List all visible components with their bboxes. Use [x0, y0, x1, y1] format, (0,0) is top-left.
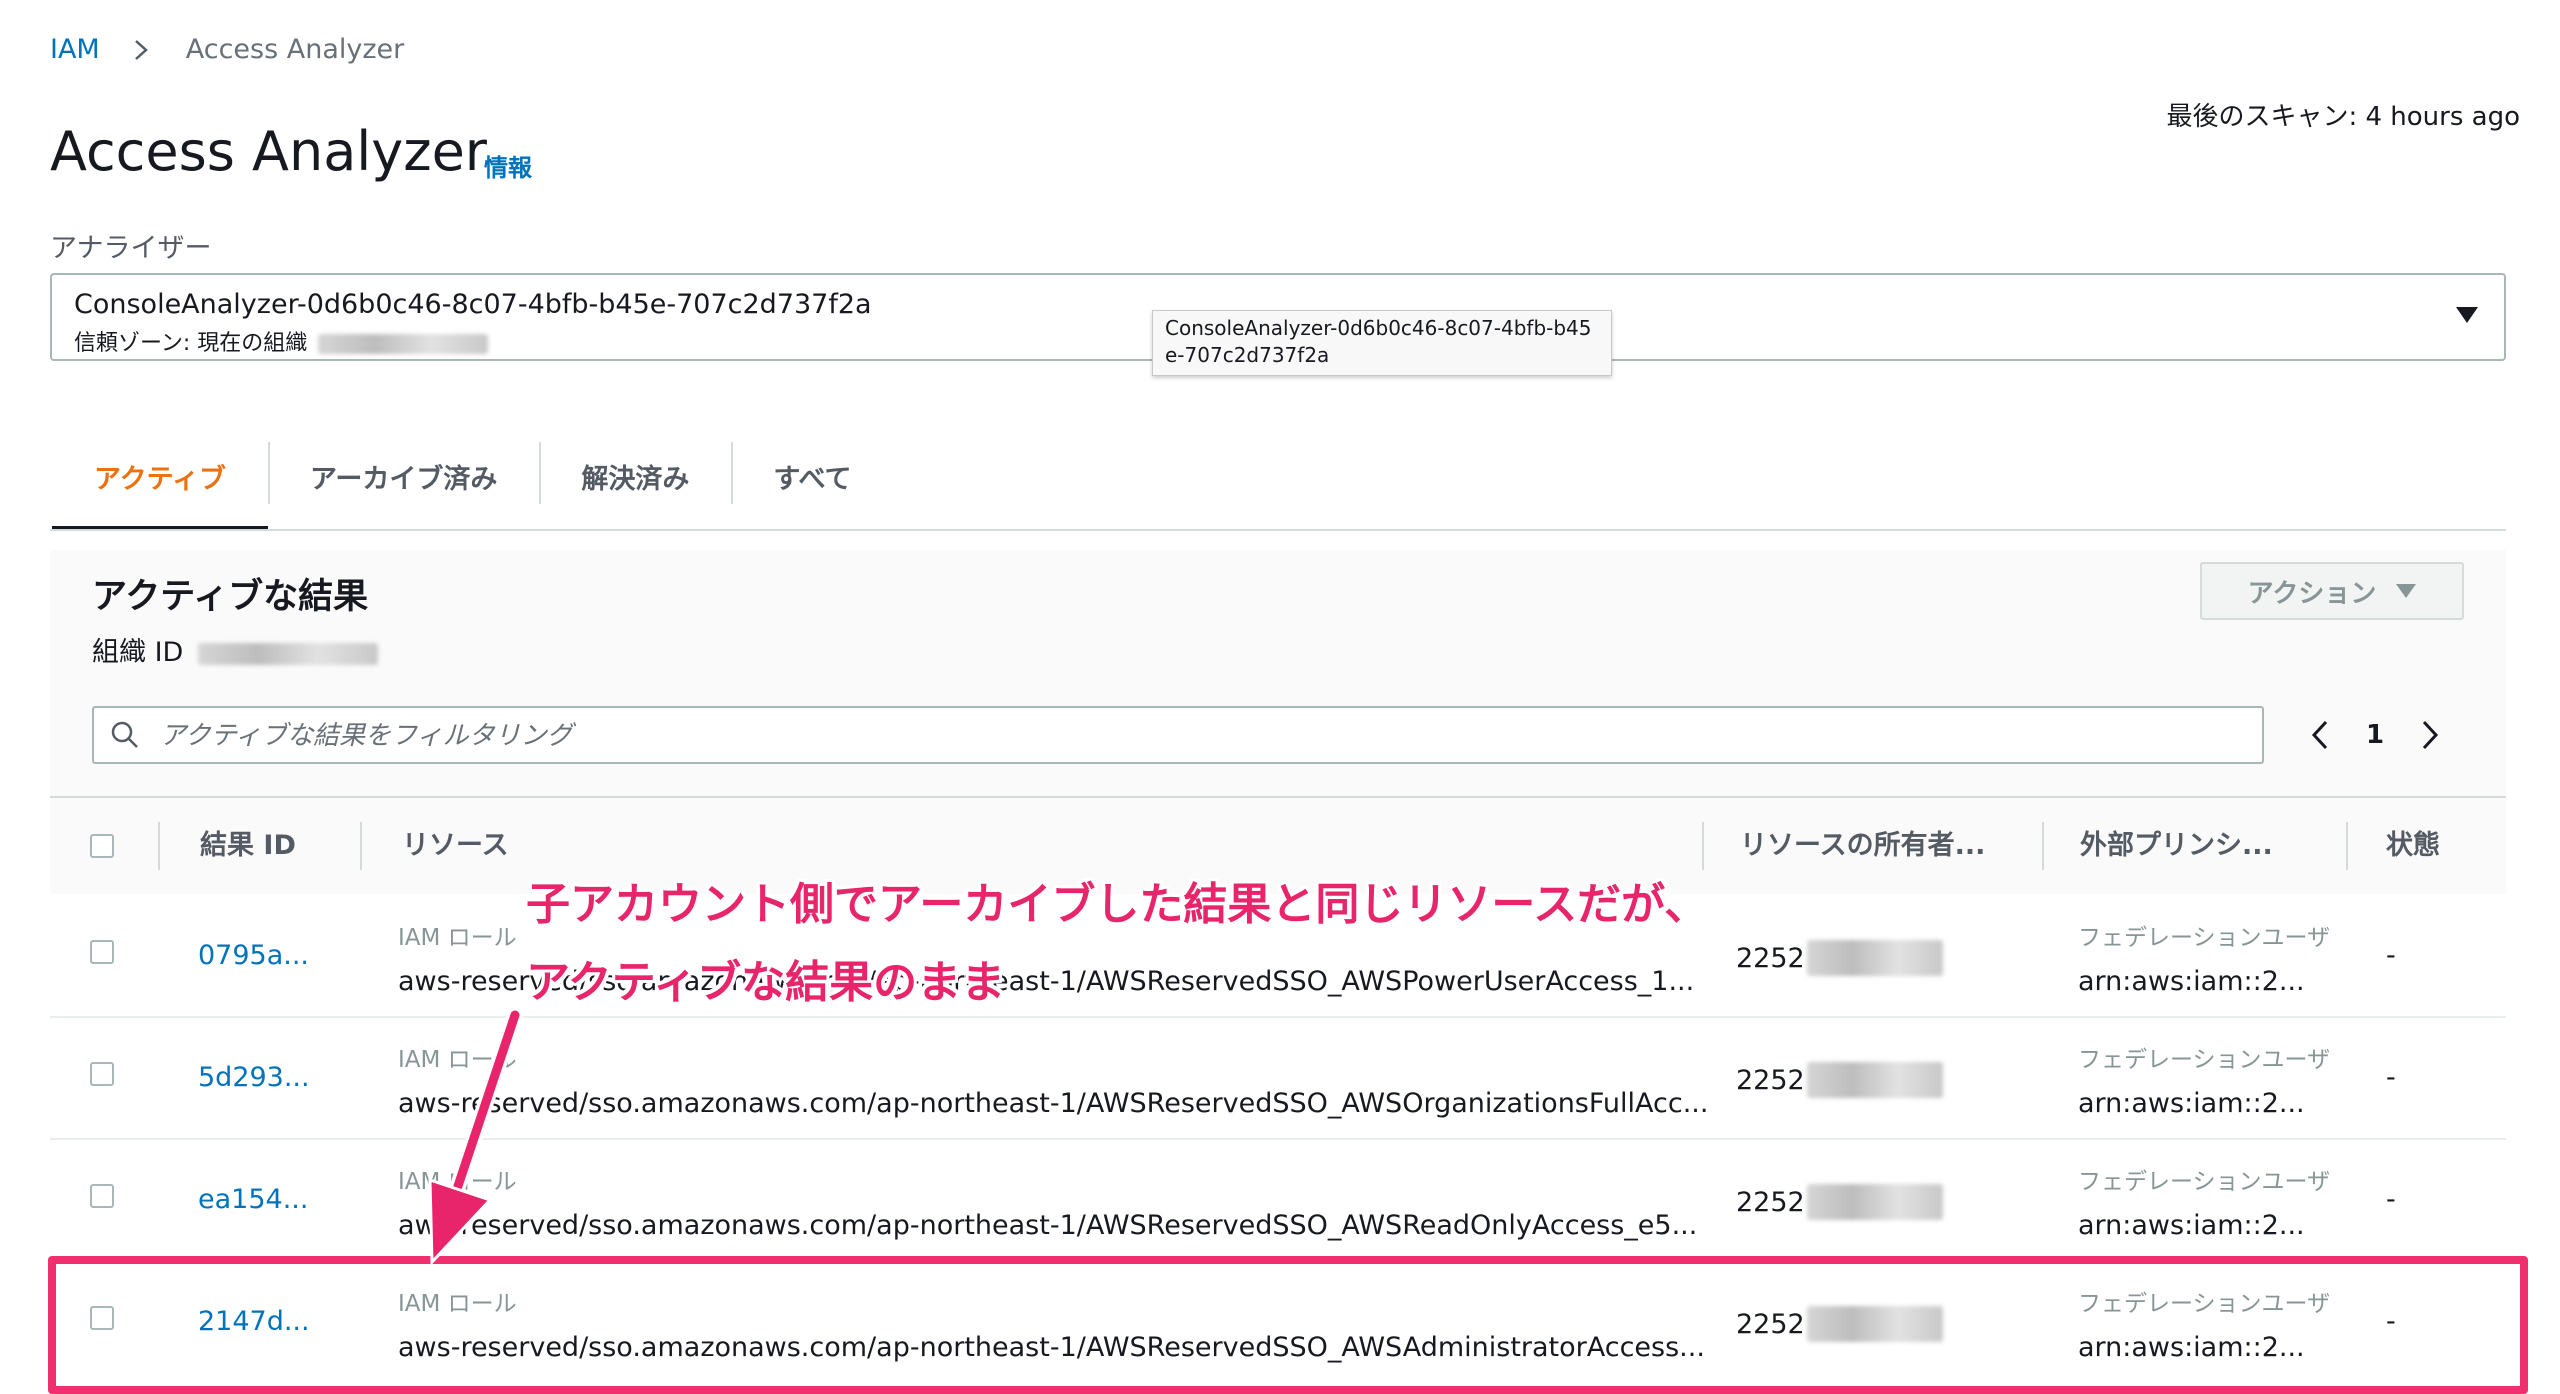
resource-name: aws-reserved/sso.amazonaws.com/ap-northe…	[398, 1088, 1709, 1119]
annotation-line-1: 子アカウント側でアーカイブした結果と同じリソースだが、	[526, 879, 1709, 930]
column-header-principal[interactable]: 外部プリンシ...	[2080, 798, 2273, 894]
column-header-resource[interactable]: リソース	[402, 798, 509, 894]
column-divider	[158, 822, 160, 870]
analyzer-label: アナライザー	[50, 233, 212, 264]
column-header-id[interactable]: 結果 ID	[200, 798, 296, 894]
redacted-org-id	[197, 642, 378, 665]
row-checkbox[interactable]	[90, 940, 114, 964]
column-divider	[360, 822, 362, 870]
owner-account: 2252	[1736, 1064, 1805, 1096]
row-checkbox[interactable]	[90, 1184, 114, 1208]
resource-owner: 2252	[1736, 1184, 1943, 1220]
actions-button[interactable]: アクション	[2200, 562, 2464, 620]
actions-label: アクション	[2247, 578, 2377, 609]
finding-tabs: アクティブ アーカイブ済み 解決済み すべて	[52, 430, 893, 530]
resource-owner: 2252	[1736, 940, 1943, 976]
next-page-icon[interactable]	[2420, 719, 2440, 751]
annotation-arrow-icon	[428, 1010, 523, 1266]
tab-resolved[interactable]: 解決済み	[539, 430, 731, 530]
chevron-right-icon	[134, 39, 148, 60]
redacted-org-name	[318, 334, 489, 354]
trust-zone-label: 信頼ゾーン: 現在の組織	[74, 331, 308, 356]
principal-type: フェデレーションユーザ	[2078, 1169, 2331, 1195]
redacted-account	[1806, 1184, 1943, 1220]
breadcrumb-iam-link[interactable]: IAM	[50, 34, 100, 65]
tab-all[interactable]: すべて	[731, 430, 893, 530]
resource-name: aws-reserved/sso.amazonaws.com/ap-northe…	[398, 1210, 1698, 1241]
filter-box[interactable]	[92, 706, 2264, 764]
page-title: Access Analyzer	[50, 120, 488, 183]
prev-page-icon[interactable]	[2310, 719, 2330, 751]
dropdown-caret-icon	[2396, 584, 2417, 598]
column-divider	[2346, 822, 2348, 870]
panel-title: アクティブな結果	[92, 577, 369, 617]
principal-type: フェデレーションユーザ	[2078, 925, 2331, 951]
page-number[interactable]: 1	[2366, 720, 2384, 750]
finding-status: -	[2386, 1184, 2396, 1215]
owner-account: 2252	[1736, 1186, 1805, 1218]
column-divider	[1702, 822, 1704, 870]
column-header-status[interactable]: 状態	[2386, 798, 2440, 894]
breadcrumb: IAM Access Analyzer	[50, 34, 404, 65]
principal-type: フェデレーションユーザ	[2078, 1047, 2331, 1073]
select-all-checkbox[interactable]	[90, 834, 114, 858]
tab-archived[interactable]: アーカイブ済み	[268, 430, 539, 530]
finding-id-link[interactable]: 5d293...	[198, 1062, 310, 1093]
owner-account: 2252	[1736, 942, 1805, 974]
filter-input[interactable]	[158, 716, 2062, 756]
search-icon	[111, 721, 138, 748]
annotation-line-2: アクティブな結果のまま	[526, 957, 1006, 1008]
org-id: 組織 ID	[92, 630, 378, 669]
highlight-box	[48, 1256, 2528, 1394]
column-divider	[2042, 822, 2044, 870]
principal-arn: arn:aws:iam::2...	[2078, 966, 2305, 997]
resource-type: IAM ロール	[398, 925, 517, 951]
redacted-account	[1806, 940, 1943, 976]
redacted-account	[1806, 1062, 1943, 1098]
resource-owner: 2252	[1736, 1062, 1943, 1098]
org-id-label: 組織 ID	[92, 637, 184, 668]
analyzer-tooltip: ConsoleAnalyzer-0d6b0c46-8c07-4bfb-b45e-…	[1152, 310, 1612, 376]
dropdown-caret-icon	[2456, 307, 2478, 323]
principal-arn: arn:aws:iam::2...	[2078, 1210, 2305, 1241]
column-header-owner[interactable]: リソースの所有者...	[1740, 798, 1985, 894]
last-scan-text: 最後のスキャン: 4 hours ago	[2166, 102, 2520, 132]
finding-status: -	[2386, 1062, 2396, 1093]
finding-id-link[interactable]: 0795a...	[198, 940, 309, 971]
principal-arn: arn:aws:iam::2...	[2078, 1088, 2305, 1119]
analyzer-selected-value: ConsoleAnalyzer-0d6b0c46-8c07-4bfb-b45e-…	[74, 289, 872, 320]
trust-zone-text: 信頼ゾーン: 現在の組織	[74, 325, 489, 357]
finding-id-link[interactable]: ea154...	[198, 1184, 308, 1215]
info-link[interactable]: 情報	[484, 148, 532, 183]
breadcrumb-current: Access Analyzer	[185, 34, 405, 65]
pagination: 1	[2310, 712, 2440, 758]
tabs-divider	[50, 529, 2506, 531]
row-checkbox[interactable]	[90, 1062, 114, 1086]
finding-status: -	[2386, 940, 2396, 971]
tab-active[interactable]: アクティブ	[52, 430, 269, 530]
